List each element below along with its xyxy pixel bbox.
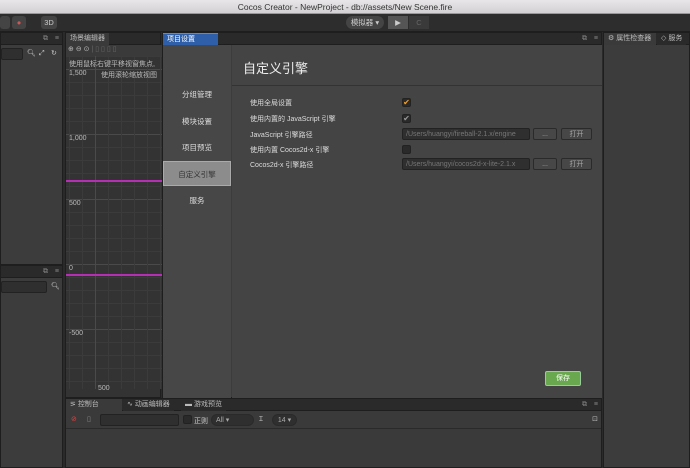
use-builtin-cocos-checkbox[interactable] xyxy=(402,145,411,154)
expand-icon[interactable]: ⤢ xyxy=(39,49,45,59)
zoom-in-icon[interactable]: ⊕ xyxy=(68,46,74,53)
grid-line xyxy=(69,56,70,389)
hierarchy-search-input[interactable] xyxy=(1,48,23,60)
menu-icon[interactable]: ≡ xyxy=(55,267,59,277)
assets-panel: ⧉ ≡ 🔍︎ xyxy=(0,265,63,468)
font-size-select[interactable]: 14 ▾ xyxy=(272,414,297,426)
grid-line xyxy=(121,56,122,389)
popout-icon[interactable]: ⧉ xyxy=(582,400,587,410)
use-builtin-js-checkbox[interactable]: ✔ xyxy=(402,114,411,123)
font-size-icon: Ɪ xyxy=(259,416,263,423)
simulator-dropdown[interactable]: 模拟器 ▾ xyxy=(346,16,384,29)
js-path-label: JavaScript 引擎路径 xyxy=(250,132,313,139)
project-settings-panel: 项目设置 ⧉ ≡ 分组管理 模块设置 项目预览 自定义引擎 服务 自定义引擎 xyxy=(162,32,602,399)
console-icon: ⋝ xyxy=(70,401,78,408)
menu-icon[interactable]: ≡ xyxy=(594,34,598,44)
popout-icon[interactable]: ⧉ xyxy=(582,34,587,44)
window-title: Cocos Creator - NewProject - db://assets… xyxy=(0,0,690,14)
tab-inspector[interactable]: ⚙ 属性检查器 xyxy=(604,33,656,45)
scene-tools: ⊕ ⊖ ⊙ | ▯ ▯ ▯ ▯ xyxy=(66,45,162,56)
menu-group-manager[interactable]: 分组管理 xyxy=(163,82,231,107)
grid-line xyxy=(160,56,161,389)
console-panel: ⋝ 控制台 ∿ 动画编辑器 ▬ 游戏预览 ⧉ ≡ ⊘ ▯ 正则 All ▾ Ɪ 1… xyxy=(65,398,602,468)
menu-services[interactable]: 服务 xyxy=(163,188,231,213)
tab-game-preview[interactable]: ▬ 游戏预览 xyxy=(181,399,226,411)
canvas-boundary-line xyxy=(66,274,162,276)
tab-scene-editor[interactable]: 场景编辑器 xyxy=(66,33,109,45)
zoom-reset-icon[interactable]: ⊙ xyxy=(84,46,90,53)
scene-hint: 使用鼠标右键平移视窗焦点, xyxy=(69,61,155,68)
inspector-panel: ⚙ 属性检查器 ◇ 服务 xyxy=(603,32,690,468)
y-label: 500 xyxy=(69,200,81,207)
menu-icon[interactable]: ≡ xyxy=(594,400,598,410)
3d-toggle[interactable]: 3D xyxy=(41,16,57,29)
use-global-label: 使用全局设置 xyxy=(250,100,292,107)
tab-console[interactable]: ⋝ 控制台 xyxy=(66,399,122,411)
canvas-boundary-line xyxy=(66,180,162,182)
menu-module-settings[interactable]: 模块设置 xyxy=(163,109,231,134)
save-button[interactable]: 保存 xyxy=(545,371,581,386)
align-icons[interactable]: | ▯ ▯ ▯ ▯ xyxy=(91,46,116,53)
cocos-path-label: Cocos2d-x 引擎路径 xyxy=(250,162,314,169)
refresh-button[interactable]: C xyxy=(409,16,429,29)
animation-icon: ∿ xyxy=(127,401,135,408)
y-label: 0 xyxy=(69,265,73,272)
refresh-icon[interactable]: ↻ xyxy=(51,49,57,59)
device-button[interactable] xyxy=(0,16,10,29)
log-file-icon[interactable]: ▯ xyxy=(87,415,91,425)
menu-project-preview[interactable]: 项目预览 xyxy=(163,135,231,160)
popout-icon[interactable]: ⧉ xyxy=(43,267,48,277)
popout-icon[interactable]: ⧉ xyxy=(43,34,48,44)
regex-checkbox[interactable] xyxy=(183,415,192,424)
use-builtin-cocos-label: 使用内置 Cocos2d-x 引擎 xyxy=(250,147,330,154)
regex-label: 正则 xyxy=(194,418,208,425)
grid-line xyxy=(134,56,135,389)
cocos-path-open-button[interactable]: 打开 xyxy=(561,158,592,170)
record-button[interactable]: ● xyxy=(12,16,26,29)
cocos-path-input[interactable]: /Users/huangyi/cocos2d-x-lite-2.1.x xyxy=(402,158,530,170)
divider xyxy=(232,85,602,86)
tab-services[interactable]: ◇ 服务 xyxy=(657,33,687,45)
clear-icon[interactable]: ⊘ xyxy=(71,415,77,425)
zoom-out-icon[interactable]: ⊖ xyxy=(76,46,82,53)
search-icon[interactable]: 🔍︎ xyxy=(51,282,60,292)
assets-search-input[interactable] xyxy=(1,281,47,293)
log-level-select[interactable]: All ▾ xyxy=(211,414,254,426)
js-path-browse-button[interactable]: ... xyxy=(533,128,557,140)
console-filter-input[interactable] xyxy=(100,414,179,426)
tab-animation-editor[interactable]: ∿ 动画编辑器 xyxy=(123,399,174,411)
hierarchy-panel: ⧉ ≡ 🔍︎ ⤢ ↻ xyxy=(0,32,63,265)
grid-line xyxy=(108,56,109,389)
menu-icon[interactable]: ≡ xyxy=(55,34,59,44)
grid-line xyxy=(147,56,148,389)
y-label: -500 xyxy=(69,330,84,337)
use-builtin-js-label: 使用内置的 JavaScript 引擎 xyxy=(250,116,336,123)
cocos-path-browse-button[interactable]: ... xyxy=(533,158,557,170)
settings-menu: 分组管理 模块设置 项目预览 自定义引擎 服务 xyxy=(163,45,231,399)
camera-icon: ▬ xyxy=(185,401,194,408)
page-title: 自定义引擎 xyxy=(243,61,309,76)
scene-editor[interactable]: 场景编辑器 ⊕ ⊖ ⊙ | ▯ ▯ ▯ ▯ 使用鼠标右键平移视窗焦点, 使用滚轮… xyxy=(65,32,162,398)
grid-line xyxy=(95,56,96,389)
tab-project-settings[interactable]: 项目设置 xyxy=(163,33,218,45)
toolbar: ● 3D 模拟器 ▾ ▶ C xyxy=(0,14,690,32)
js-path-open-button[interactable]: 打开 xyxy=(561,128,592,140)
scene-hint-2: 使用滚轮缩放视图 xyxy=(101,72,157,79)
play-button[interactable]: ▶ xyxy=(388,16,408,29)
y-label: 1,500 xyxy=(69,70,87,77)
collapse-icon[interactable]: ⊡ xyxy=(592,415,598,425)
y-label: 1,000 xyxy=(69,135,87,142)
scene-grid xyxy=(66,56,162,389)
use-global-checkbox[interactable]: ✔ xyxy=(402,98,411,107)
divider xyxy=(66,428,601,429)
grid-line xyxy=(82,56,83,389)
js-path-input[interactable]: /Users/huangyi/fireball-2.1.x/engine xyxy=(402,128,530,140)
search-icon[interactable]: 🔍︎ xyxy=(27,49,36,59)
gear-icon: ⚙ xyxy=(608,35,617,42)
x-label: 500 xyxy=(98,385,110,392)
menu-custom-engine[interactable]: 自定义引擎 xyxy=(163,161,231,186)
